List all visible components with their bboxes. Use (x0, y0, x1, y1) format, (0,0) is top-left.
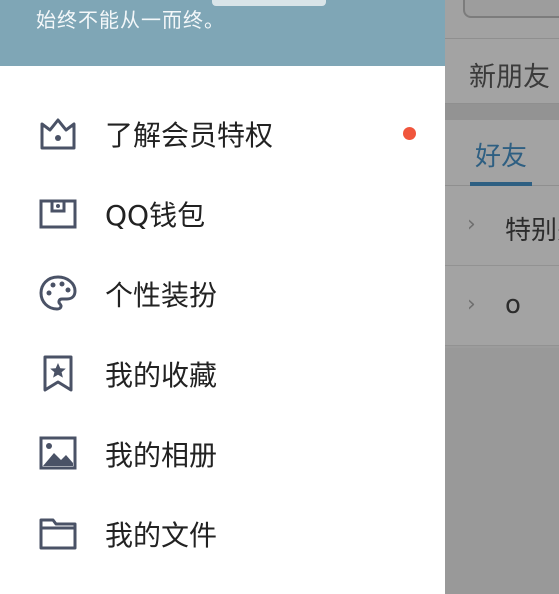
palette-icon (39, 275, 77, 311)
menu-item-qq-wallet[interactable]: QQ钱包 (0, 173, 445, 253)
contact-tabs: 好友 (445, 120, 559, 186)
menu-item-favorites[interactable]: 我的收藏 (0, 333, 445, 413)
section-gap (445, 104, 559, 120)
menu-item-my-files[interactable]: 我的文件 (0, 493, 445, 573)
crown-icon (40, 118, 76, 150)
menu-item-label: 了解会员特权 (105, 119, 274, 152)
menu-item-label: 我的文件 (105, 519, 218, 552)
group-row-o[interactable]: › o (445, 266, 559, 346)
group-name: 特别关心 (505, 216, 559, 246)
favorite-bookmark-icon (43, 355, 73, 392)
tab-friends[interactable]: 好友 (475, 136, 527, 173)
group-row-special[interactable]: › 特别关心 (445, 186, 559, 266)
new-friends-label: 新朋友 (469, 62, 550, 93)
menu-item-label: 我的收藏 (105, 359, 218, 392)
side-drawer: 始终不能从一而终。 了解会员特权 QQ钱包 个性装扮 我的收藏 我的相册 我的文… (0, 0, 445, 594)
search-box[interactable] (463, 0, 559, 18)
drawer-header: 始终不能从一而终。 (0, 0, 445, 66)
new-friends-row[interactable]: 新朋友 (445, 38, 559, 104)
menu-item-personalize[interactable]: 个性装扮 (0, 253, 445, 333)
group-name: o (505, 290, 521, 320)
chevron-right-icon: › (467, 292, 476, 317)
folder-icon (39, 518, 77, 550)
menu-item-label: QQ钱包 (105, 199, 206, 232)
photo-album-icon (39, 436, 77, 470)
chevron-right-icon: › (467, 212, 476, 237)
menu-item-label: 我的相册 (105, 439, 218, 472)
menu-item-vip-privileges[interactable]: 了解会员特权 (0, 93, 445, 173)
screen: 新朋友 好友 › 特别关心 › o 始终不能从一而终。 了解会员特权 (0, 0, 559, 594)
header-card-edge (212, 0, 326, 6)
main-empty-area (445, 348, 559, 594)
personal-signature[interactable]: 始终不能从一而终。 (36, 4, 225, 33)
main-top-bar (445, 0, 559, 38)
main-panel-dimmed[interactable]: 新朋友 好友 › 特别关心 › o (445, 0, 559, 594)
menu-item-photo-album[interactable]: 我的相册 (0, 413, 445, 493)
wallet-icon (39, 199, 77, 229)
menu-item-label: 个性装扮 (105, 279, 218, 312)
new-badge-dot (403, 127, 416, 140)
